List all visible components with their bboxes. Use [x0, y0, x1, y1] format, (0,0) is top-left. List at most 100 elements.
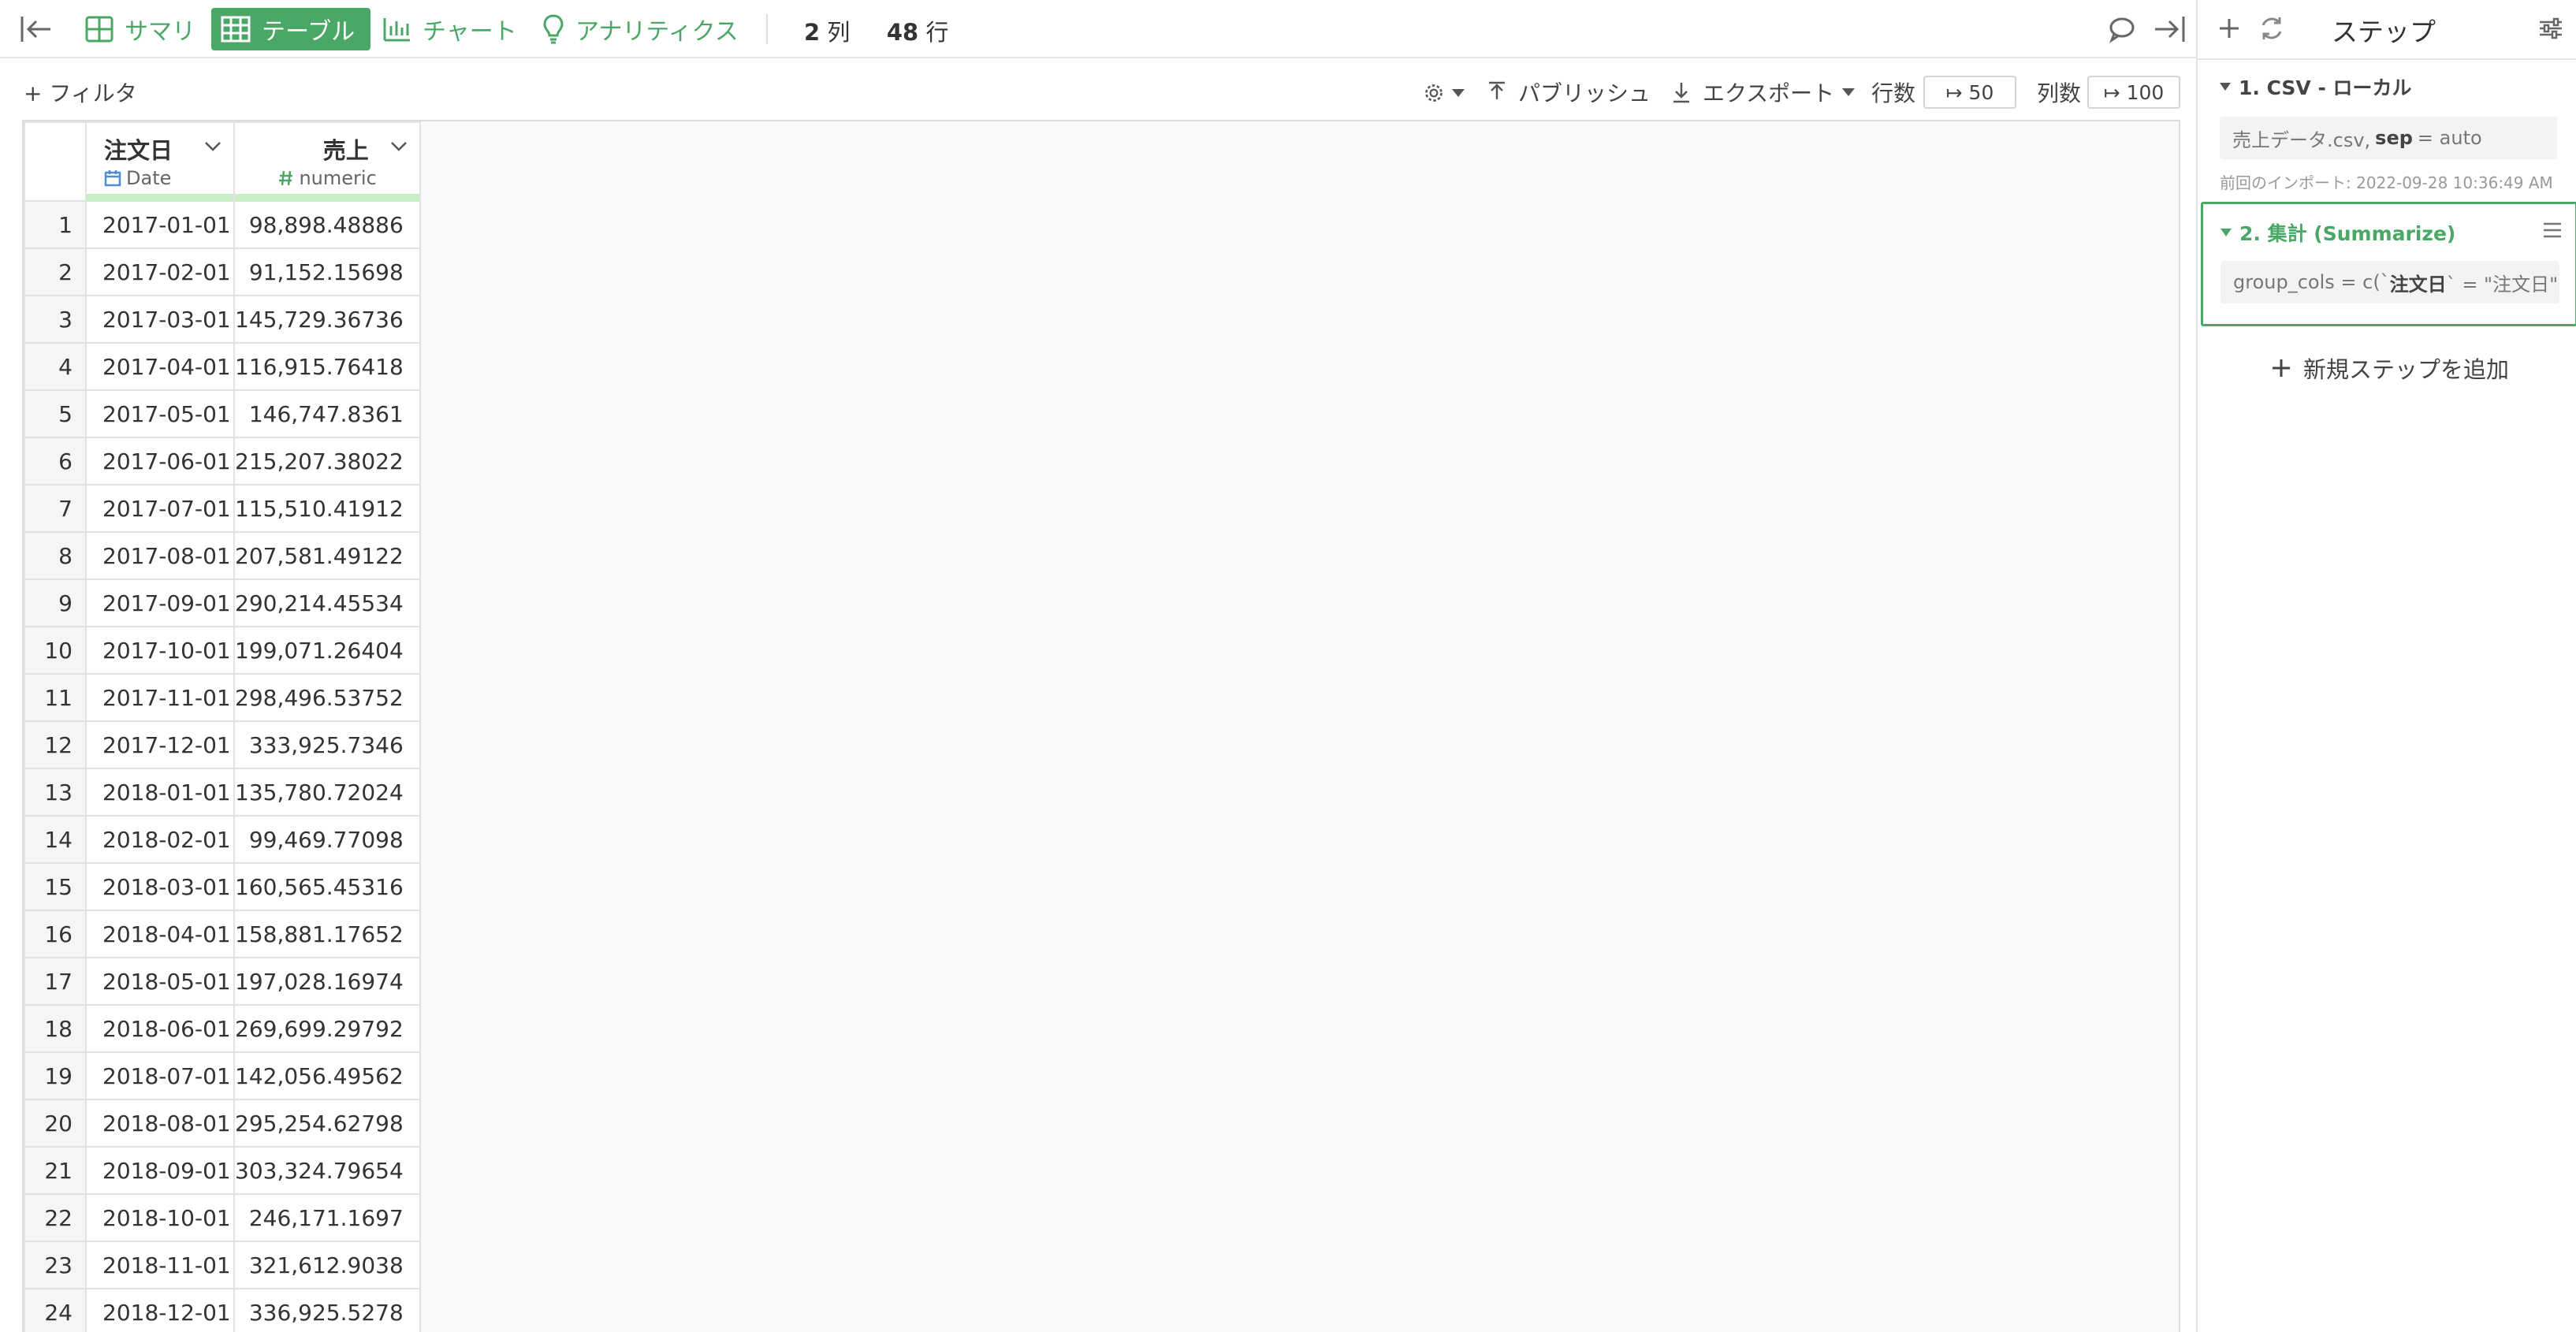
sales-cell[interactable]: 215,207.38022	[233, 437, 421, 486]
add-filter-button[interactable]: + フィルタ	[24, 76, 137, 108]
sales-cell[interactable]: 290,214.45534	[233, 579, 421, 627]
row-number: 4	[24, 342, 87, 391]
top-toolbar: サマリ テーブル チャート アナリティクス 2 列 48 行	[0, 0, 2196, 58]
column-name: 注文日	[104, 137, 173, 164]
sales-cell[interactable]: 303,324.79654	[233, 1146, 421, 1195]
table-row: 13 2018-01-01 135,780.72024	[24, 768, 421, 817]
publish-button[interactable]: パブリッシュ	[1487, 76, 1651, 108]
data-table: 注文日 Date 売上 numeric 1 2017-01-01 98,898.…	[24, 121, 421, 1332]
sales-cell[interactable]: 207,581.49122	[233, 531, 421, 580]
order-date-cell[interactable]: 2018-04-01	[85, 910, 235, 958]
step-2-code-prefix: group_cols = c(`	[2233, 271, 2390, 293]
sales-cell[interactable]: 197,028.16974	[233, 957, 421, 1006]
order-date-cell[interactable]: 2017-01-01	[85, 200, 235, 249]
tab-summary[interactable]: サマリ	[76, 8, 211, 50]
sales-cell[interactable]: 158,881.17652	[233, 910, 421, 958]
collapse-right-icon[interactable]	[2152, 13, 2187, 45]
order-date-cell[interactable]: 2017-06-01	[85, 437, 235, 486]
order-date-cell[interactable]: 2017-05-01	[85, 389, 235, 438]
row-number: 13	[24, 768, 87, 817]
chevron-down-icon[interactable]	[389, 140, 408, 153]
step-1-import-time: 前回のインポート: 2022-09-28 10:36:49 AM	[2220, 173, 2553, 192]
sales-cell[interactable]: 146,747.8361	[233, 389, 421, 438]
order-date-cell[interactable]: 2018-08-01	[85, 1099, 235, 1148]
sales-cell[interactable]: 115,510.41912	[233, 484, 421, 533]
step-1-code[interactable]: 売上データ.csv, sep = auto	[2220, 117, 2557, 159]
hamburger-menu-icon[interactable]	[2541, 220, 2564, 240]
step-2-card[interactable]: 2. 集計 (Summarize) group_cols = c(` 注文日 ` =…	[2201, 202, 2576, 326]
sales-cell[interactable]: 160,565.45316	[233, 862, 421, 911]
sales-cell[interactable]: 246,171.1697	[233, 1193, 421, 1242]
order-date-cell[interactable]: 2018-06-01	[85, 1004, 235, 1053]
order-date-cell[interactable]: 2017-03-01	[85, 295, 235, 344]
row-number-header	[24, 121, 87, 202]
order-date-cell[interactable]: 2018-07-01	[85, 1051, 235, 1100]
export-label: エクスポート	[1703, 80, 1835, 106]
order-date-cell[interactable]: 2018-03-01	[85, 862, 235, 911]
order-date-cell[interactable]: 2017-02-01	[85, 247, 235, 296]
sales-cell[interactable]: 99,469.77098	[233, 815, 421, 864]
step-2-code[interactable]: group_cols = c(`注文日` = "注文日"),...	[2220, 261, 2559, 303]
chevron-down-icon[interactable]	[203, 140, 222, 153]
tab-table[interactable]: テーブル	[211, 8, 371, 50]
add-step-icon[interactable]	[2213, 13, 2245, 44]
sales-cell[interactable]: 199,071.26404	[233, 626, 421, 675]
sliders-icon[interactable]	[2535, 13, 2567, 44]
table-row: 7 2017-07-01 115,510.41912	[24, 484, 421, 533]
comment-icon[interactable]	[2106, 13, 2138, 45]
step-2-header[interactable]: 2. 集計 (Summarize)	[2220, 218, 2455, 247]
order-date-cell[interactable]: 2017-09-01	[85, 579, 235, 627]
table-settings-button[interactable]	[1424, 79, 1465, 107]
column-type: numeric	[252, 167, 404, 189]
refresh-icon[interactable]	[2256, 13, 2288, 44]
sales-cell[interactable]: 116,915.76418	[233, 342, 421, 391]
column-header-order-date[interactable]: 注文日 Date	[85, 121, 235, 202]
gear-icon	[1425, 84, 1442, 102]
add-new-step-button[interactable]: 新規ステップを追加	[2270, 352, 2509, 385]
sales-cell[interactable]: 295,254.62798	[233, 1099, 421, 1148]
order-date-cell[interactable]: 2017-12-01	[85, 720, 235, 769]
sales-cell[interactable]: 98,898.48886	[233, 200, 421, 249]
order-date-cell[interactable]: 2017-11-01	[85, 673, 235, 722]
column-header-sales[interactable]: 売上 numeric	[233, 121, 421, 202]
row-number: 10	[24, 626, 87, 675]
sales-cell[interactable]: 336,925.5278	[233, 1288, 421, 1332]
dimension-summary: 2 列 48 行	[804, 14, 948, 47]
row-number: 3	[24, 295, 87, 344]
tab-chart[interactable]: チャート	[374, 8, 533, 50]
sales-cell[interactable]: 321,612.9038	[233, 1241, 421, 1289]
step-1-code-file: 売上データ.csv,	[2232, 128, 2371, 151]
step-1-header[interactable]: 1. CSV - ローカル	[2220, 73, 2412, 101]
sales-cell[interactable]: 333,925.7346	[233, 720, 421, 769]
order-date-cell[interactable]: 2018-01-01	[85, 768, 235, 817]
sales-cell[interactable]: 269,699.29792	[233, 1004, 421, 1053]
tab-analytics[interactable]: アナリティクス	[533, 8, 754, 50]
sales-cell[interactable]: 145,729.36736	[233, 295, 421, 344]
lightbulb-icon	[543, 14, 564, 44]
export-button[interactable]: エクスポート	[1671, 76, 1856, 108]
collapse-left-icon[interactable]	[19, 13, 54, 45]
order-date-cell[interactable]: 2017-07-01	[85, 484, 235, 533]
order-date-cell[interactable]: 2018-10-01	[85, 1193, 235, 1242]
sales-cell[interactable]: 135,780.72024	[233, 768, 421, 817]
row-number: 7	[24, 484, 87, 533]
table-row: 20 2018-08-01 295,254.62798	[24, 1099, 421, 1148]
row-number: 5	[24, 389, 87, 438]
order-date-cell[interactable]: 2017-08-01	[85, 531, 235, 580]
columns-label: 列数	[2037, 80, 2082, 106]
sales-cell[interactable]: 91,152.15698	[233, 247, 421, 296]
sales-cell[interactable]: 142,056.49562	[233, 1051, 421, 1100]
order-date-cell[interactable]: 2018-02-01	[85, 815, 235, 864]
columns-input[interactable]: ↦ 100	[2087, 76, 2180, 109]
order-date-cell[interactable]: 2017-04-01	[85, 342, 235, 391]
rows-input[interactable]: ↦ 50	[1923, 76, 2016, 109]
order-date-cell[interactable]: 2017-10-01	[85, 626, 235, 675]
sales-cell[interactable]: 298,496.53752	[233, 673, 421, 722]
row-number: 20	[24, 1099, 87, 1148]
toolbar-divider	[766, 14, 768, 44]
order-date-cell[interactable]: 2018-11-01	[85, 1241, 235, 1289]
collapse-triangle-icon	[2220, 83, 2231, 91]
order-date-cell[interactable]: 2018-09-01	[85, 1146, 235, 1195]
order-date-cell[interactable]: 2018-05-01	[85, 957, 235, 1006]
order-date-cell[interactable]: 2018-12-01	[85, 1288, 235, 1332]
